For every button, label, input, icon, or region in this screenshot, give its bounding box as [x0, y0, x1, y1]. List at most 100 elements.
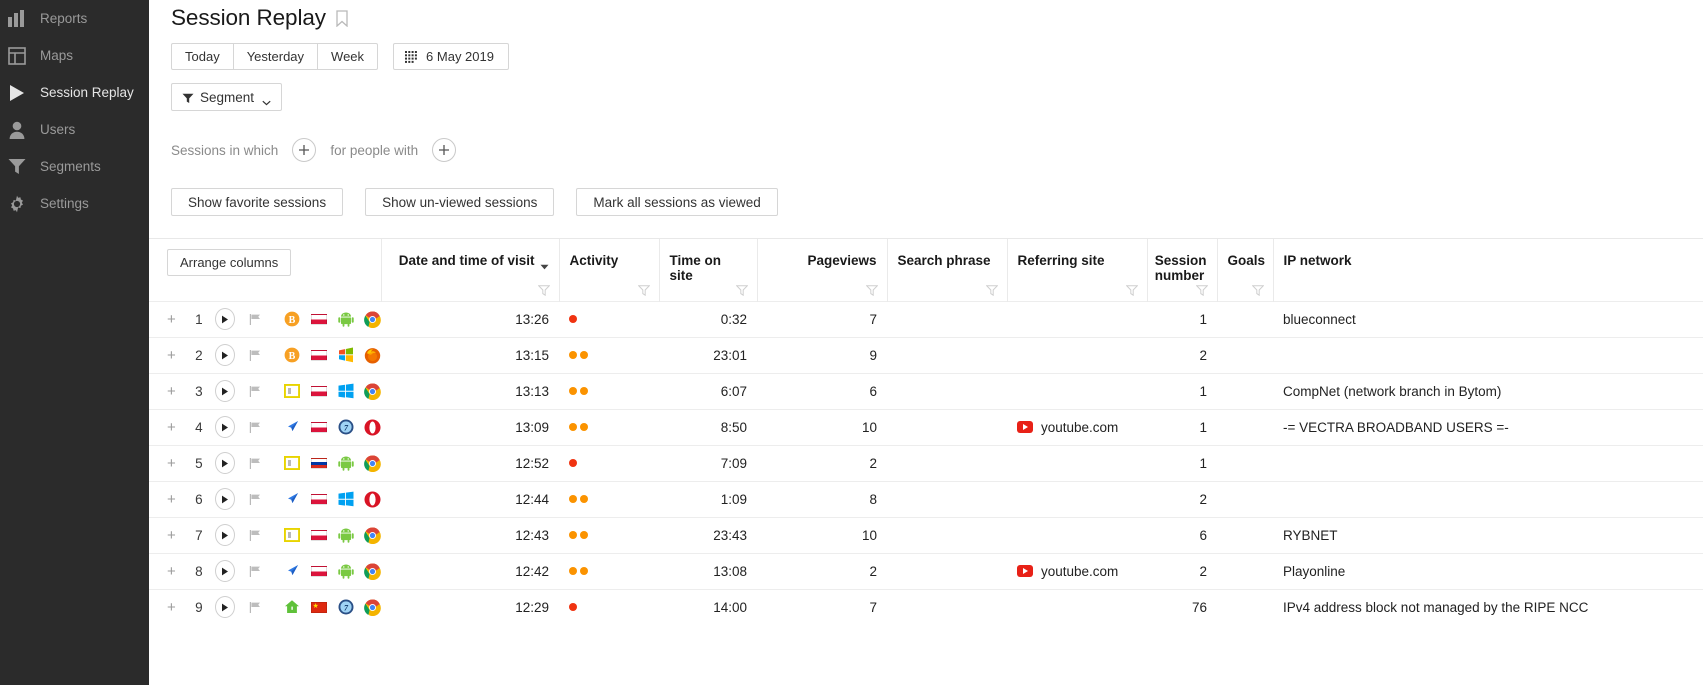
sidebar-item-users[interactable]: Users [0, 111, 149, 148]
cell-goals [1217, 553, 1273, 589]
activity-dot [580, 387, 588, 395]
table-row[interactable]: +2 B 13:15 23:01 9 2 [149, 337, 1703, 373]
table-row[interactable]: +8 12:42 13:08 2 youtube.com 2 Playonline [149, 553, 1703, 589]
arrange-columns-button[interactable]: Arrange columns [167, 249, 292, 276]
expand-row-icon[interactable]: + [167, 455, 186, 472]
column-filter-icon[interactable] [1195, 284, 1208, 296]
column-header-ipnetwork[interactable]: IP network [1272, 239, 1703, 301]
column-header-sessionnum[interactable]: Session number [1146, 239, 1217, 301]
favorite-flag-icon[interactable] [249, 385, 262, 398]
sessions-table-container: Arrange columns Date and time of visit Act… [149, 238, 1703, 625]
column-filter-icon[interactable] [735, 284, 748, 296]
favorite-flag-icon[interactable] [249, 493, 262, 506]
cell-time-on-site: 13:08 [713, 563, 747, 579]
sidebar-item-settings[interactable]: Settings [0, 185, 149, 222]
row-tools-cell: +9 7 [149, 589, 381, 625]
column-header-goals[interactable]: Goals [1216, 239, 1273, 301]
table-row[interactable]: +5 12:52 7:09 2 1 [149, 445, 1703, 481]
sort-descending-icon[interactable] [540, 258, 549, 270]
play-session-button[interactable] [215, 524, 235, 546]
cell-session-number: 1 [1199, 455, 1207, 471]
expand-row-icon[interactable]: + [167, 563, 186, 580]
sidebar-item-session-replay[interactable]: Session Replay [0, 74, 149, 111]
sessions-table: Arrange columns Date and time of visit Act… [149, 239, 1703, 625]
column-header-label: Search phrase [897, 253, 991, 268]
sidebar-item-segments[interactable]: Segments [0, 148, 149, 185]
date-picker-button[interactable]: 6 May 2019 [393, 43, 509, 70]
referrer[interactable]: youtube.com [1017, 420, 1137, 435]
expand-row-icon[interactable]: + [167, 491, 186, 508]
table-row[interactable]: +3 13:13 6:07 6 1 CompNet (network branch in … [149, 373, 1703, 409]
favorite-flag-icon[interactable] [249, 313, 262, 326]
mark-all-sessions-viewed-button[interactable]: Mark all sessions as viewed [576, 188, 778, 216]
favorite-flag-icon[interactable] [249, 349, 262, 362]
show-favorite-sessions-button[interactable]: Show favorite sessions [171, 188, 344, 216]
expand-row-icon[interactable]: + [167, 527, 186, 544]
activity-dot [569, 459, 577, 467]
expand-row-icon[interactable]: + [167, 419, 186, 436]
country-flag-icon [310, 491, 327, 508]
play-session-button[interactable] [215, 416, 235, 438]
cell-ip-network: Playonline [1283, 563, 1346, 579]
table-row[interactable]: +4 7 13:09 8:50 10 youtube.com 1 -= VECTRA BROA… [149, 409, 1703, 445]
column-filter-icon[interactable] [865, 284, 878, 296]
play-session-button[interactable] [215, 380, 235, 402]
show-unviewed-sessions-button[interactable]: Show un-viewed sessions [365, 188, 555, 216]
referrer[interactable]: youtube.com [1017, 564, 1137, 579]
favorite-flag-icon[interactable] [249, 457, 262, 470]
play-session-button[interactable] [215, 344, 235, 366]
cell-session-number: 1 [1199, 383, 1207, 399]
favorite-flag-icon[interactable] [249, 421, 262, 434]
column-header-timeonsite[interactable]: Time on site [658, 239, 757, 301]
svg-text:B: B [288, 351, 295, 362]
favorite-flag-icon[interactable] [249, 565, 262, 578]
table-row[interactable]: +6 12:44 1:09 8 2 [149, 481, 1703, 517]
map-layout-icon [7, 46, 26, 65]
expand-row-icon[interactable]: + [167, 599, 186, 616]
play-session-button[interactable] [215, 560, 235, 582]
column-header-referring[interactable]: Referring site [1006, 239, 1147, 301]
sidebar-item-label: Session Replay [40, 85, 134, 100]
favorite-flag-icon[interactable] [249, 601, 262, 614]
column-header-searchphrase[interactable]: Search phrase [886, 239, 1007, 301]
column-header-pageviews[interactable]: Pageviews [756, 239, 887, 301]
sidebar-item-label: Reports [40, 11, 88, 26]
cell-search-phrase [887, 589, 1007, 625]
sidebar-item-reports[interactable]: Reports [0, 0, 149, 37]
table-row[interactable]: +7 12:43 23:43 10 6 RYBNET [149, 517, 1703, 553]
expand-row-icon[interactable]: + [167, 347, 186, 364]
column-header-activity[interactable]: Activity [558, 239, 659, 301]
play-session-button[interactable] [215, 308, 235, 330]
column-filter-icon[interactable] [1251, 284, 1264, 296]
table-row[interactable]: +9 7 12:29 14:00 7 76 IPv4 address block not m… [149, 589, 1703, 625]
play-session-button[interactable] [215, 452, 235, 474]
expand-row-icon[interactable]: + [167, 311, 186, 328]
column-filter-icon[interactable] [637, 284, 650, 296]
add-session-condition-button[interactable] [292, 138, 317, 162]
favorite-flag-icon[interactable] [249, 529, 262, 542]
column-header-datetime[interactable]: Date and time of visit [380, 239, 559, 301]
operating-system-icon [337, 311, 354, 328]
play-session-button[interactable] [215, 596, 235, 619]
activity-dot [569, 423, 577, 431]
activity-dot [569, 567, 577, 575]
activity-dot [569, 495, 577, 503]
cell-activity [559, 373, 659, 409]
add-people-condition-button[interactable] [432, 138, 457, 162]
cell-session-number: 2 [1199, 563, 1207, 579]
table-row[interactable]: +1 B 13:26 0:32 7 1 blueconnect [149, 301, 1703, 337]
cell-ip-network: CompNet (network branch in Bytom) [1283, 383, 1502, 399]
week-button[interactable]: Week [317, 43, 379, 70]
segment-button[interactable]: Segment [171, 83, 283, 111]
operating-system-icon: 7 [337, 419, 354, 436]
today-button[interactable]: Today [171, 43, 234, 70]
expand-row-icon[interactable]: + [167, 383, 186, 400]
yesterday-button[interactable]: Yesterday [232, 43, 319, 70]
column-filter-icon[interactable] [985, 284, 998, 296]
row-tools-cell: +1 B [149, 301, 381, 337]
sidebar-item-maps[interactable]: Maps [0, 37, 149, 74]
play-session-button[interactable] [215, 488, 235, 510]
bookmark-icon[interactable] [335, 9, 349, 27]
column-filter-icon[interactable] [537, 284, 550, 296]
column-filter-icon[interactable] [1125, 284, 1138, 296]
